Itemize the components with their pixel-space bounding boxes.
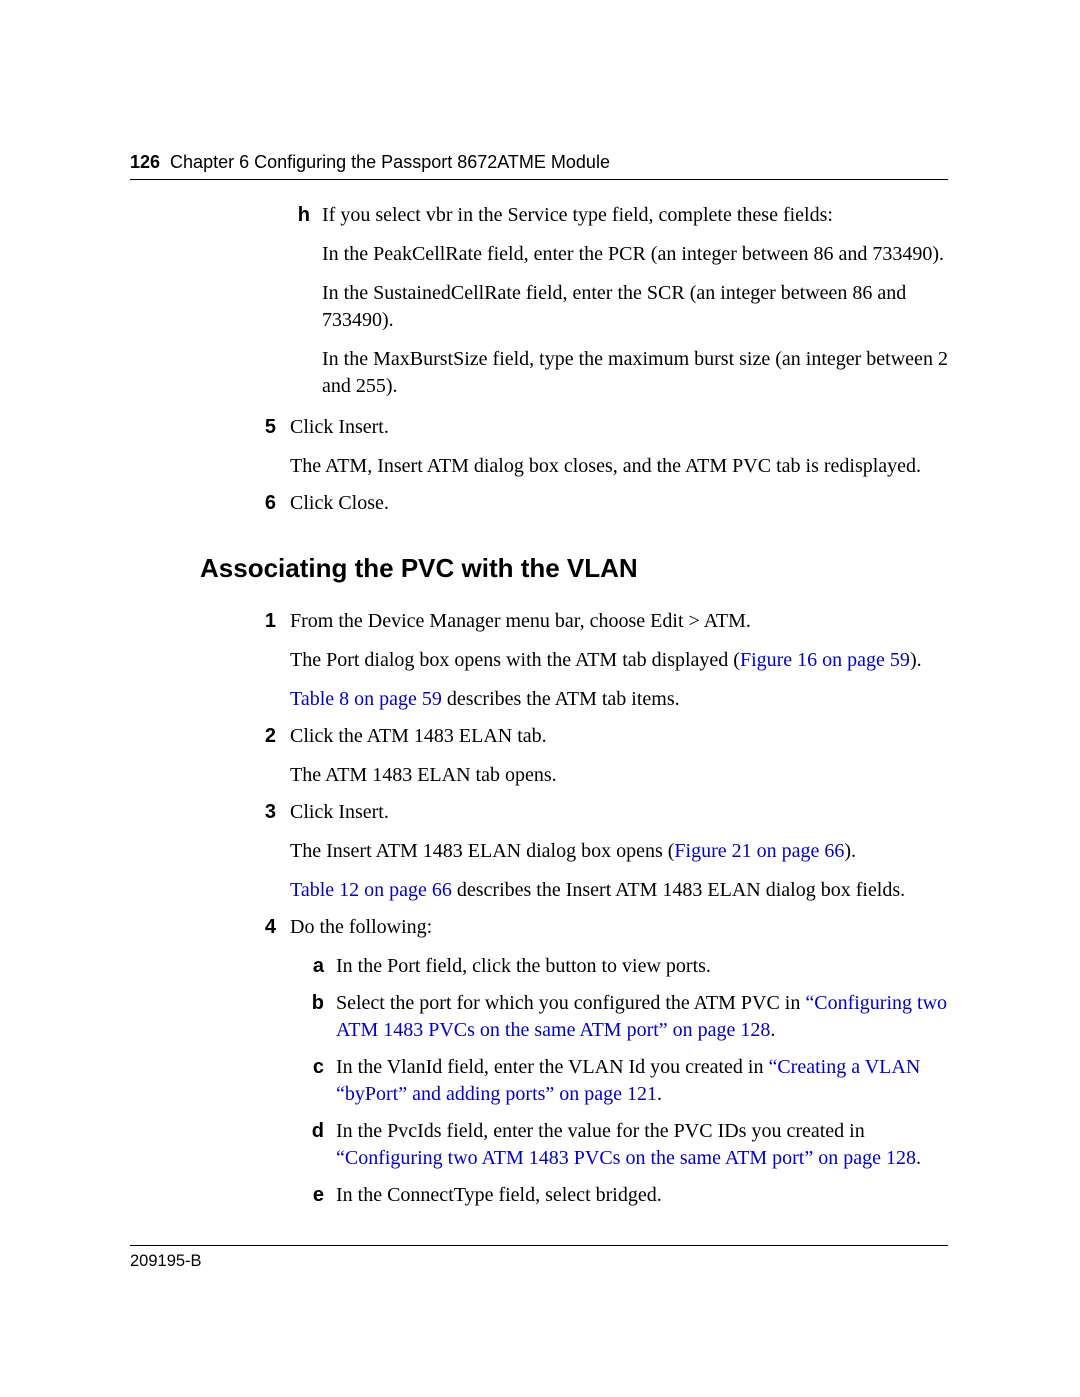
text-run: In the PvcIds field, enter the value for… xyxy=(336,1120,865,1142)
substep-body: In the PvcIds field, enter the value for… xyxy=(336,1118,948,1172)
step-marker: 1 xyxy=(238,608,290,713)
substep-h: h If you select vbr in the Service type … xyxy=(276,202,948,400)
assoc-steps-list: 1 From the Device Manager menu bar, choo… xyxy=(238,608,948,1219)
step-marker: 3 xyxy=(238,799,290,904)
substep-c: c In the VlanId field, enter the VLAN Id… xyxy=(290,1054,948,1108)
text: In the MaxBurstSize field, type the maxi… xyxy=(322,346,948,400)
step-marker: 5 xyxy=(238,414,290,480)
step-marker: 2 xyxy=(238,723,290,789)
text: Table 12 on page 66 describes the Insert… xyxy=(290,877,948,904)
step-marker: 4 xyxy=(238,914,290,1219)
text-run: . xyxy=(770,1019,775,1041)
step-5: 5 Click Insert. The ATM, Insert ATM dial… xyxy=(238,414,948,480)
substep-body: In the VlanId field, enter the VLAN Id y… xyxy=(336,1054,948,1108)
substep-marker: e xyxy=(290,1182,336,1209)
substep-marker: b xyxy=(290,990,336,1044)
substep-body: In the Port field, click the button to v… xyxy=(336,953,948,980)
substep-d: d In the PvcIds field, enter the value f… xyxy=(290,1118,948,1172)
substep-marker: d xyxy=(290,1118,336,1172)
step-body: From the Device Manager menu bar, choose… xyxy=(290,608,948,713)
body-content: h If you select vbr in the Service type … xyxy=(130,202,948,1219)
text: In the ConnectType field, select bridged… xyxy=(336,1182,948,1209)
text: In the VlanId field, enter the VLAN Id y… xyxy=(336,1054,948,1108)
step-body: Do the following: a In the Port field, c… xyxy=(290,914,948,1219)
xref-figure-21[interactable]: Figure 21 on page 66 xyxy=(674,840,844,862)
xref-config-two-pvcs-2[interactable]: “Configuring two ATM 1483 PVCs on the sa… xyxy=(336,1147,916,1169)
step-body: Click the ATM 1483 ELAN tab. The ATM 148… xyxy=(290,723,948,789)
text: Click the ATM 1483 ELAN tab. xyxy=(290,723,948,750)
text-run: The Port dialog box opens with the ATM t… xyxy=(290,649,740,671)
xref-table-12[interactable]: Table 12 on page 66 xyxy=(290,879,452,901)
text: Click Insert. xyxy=(290,414,948,441)
substep-a: a In the Port field, click the button to… xyxy=(290,953,948,980)
text-run: . xyxy=(916,1147,921,1169)
text: Click Close. xyxy=(290,490,948,517)
substep-body: If you select vbr in the Service type fi… xyxy=(322,202,948,400)
text: Table 8 on page 59 describes the ATM tab… xyxy=(290,686,948,713)
text-run: The Insert ATM 1483 ELAN dialog box open… xyxy=(290,840,674,862)
text: The ATM, Insert ATM dialog box closes, a… xyxy=(290,453,948,480)
substep-b: b Select the port for which you configur… xyxy=(290,990,948,1044)
substep-h-block: h If you select vbr in the Service type … xyxy=(276,202,948,400)
header-rule xyxy=(130,179,948,180)
text-run: . xyxy=(657,1083,662,1105)
text-run: ). xyxy=(910,649,922,671)
text: The Insert ATM 1483 ELAN dialog box open… xyxy=(290,838,948,865)
text: Do the following: xyxy=(290,914,948,941)
step-2: 2 Click the ATM 1483 ELAN tab. The ATM 1… xyxy=(238,723,948,789)
top-steps-list: 5 Click Insert. The ATM, Insert ATM dial… xyxy=(238,414,948,517)
text-run: In the VlanId field, enter the VLAN Id y… xyxy=(336,1056,768,1078)
step-body: Click Insert. The ATM, Insert ATM dialog… xyxy=(290,414,948,480)
substep-marker: h xyxy=(276,202,322,400)
step-4-sublist: a In the Port field, click the button to… xyxy=(290,953,948,1209)
step-4: 4 Do the following: a In the Port field,… xyxy=(238,914,948,1219)
text: In the SustainedCellRate field, enter th… xyxy=(322,280,948,334)
step-body: Click Close. xyxy=(290,490,948,517)
text: The Port dialog box opens with the ATM t… xyxy=(290,647,948,674)
chapter-title: Chapter 6 Configuring the Passport 8672A… xyxy=(170,153,610,171)
step-6: 6 Click Close. xyxy=(238,490,948,517)
footer-rule xyxy=(130,1245,948,1246)
text: Select the port for which you configured… xyxy=(336,990,948,1044)
text: In the Port field, click the button to v… xyxy=(336,953,948,980)
page-number: 126 xyxy=(130,153,160,171)
substep-body: In the ConnectType field, select bridged… xyxy=(336,1182,948,1209)
text: In the PeakCellRate field, enter the PCR… xyxy=(322,241,948,268)
xref-figure-16[interactable]: Figure 16 on page 59 xyxy=(740,649,910,671)
running-header: 126 Chapter 6 Configuring the Passport 8… xyxy=(130,153,948,171)
substep-e: e In the ConnectType field, select bridg… xyxy=(290,1182,948,1209)
substep-marker: a xyxy=(290,953,336,980)
text-run: describes the ATM tab items. xyxy=(442,688,680,710)
step-1: 1 From the Device Manager menu bar, choo… xyxy=(238,608,948,713)
step-body: Click Insert. The Insert ATM 1483 ELAN d… xyxy=(290,799,948,904)
step-3: 3 Click Insert. The Insert ATM 1483 ELAN… xyxy=(238,799,948,904)
footer-doc-id: 209195-B xyxy=(130,1252,948,1271)
text: If you select vbr in the Service type fi… xyxy=(322,202,948,229)
text: Click Insert. xyxy=(290,799,948,826)
text-run: ). xyxy=(844,840,856,862)
step-marker: 6 xyxy=(238,490,290,517)
page: 126 Chapter 6 Configuring the Passport 8… xyxy=(130,153,948,1271)
substep-marker: c xyxy=(290,1054,336,1108)
section-heading: Associating the PVC with the VLAN xyxy=(200,551,948,586)
text: From the Device Manager menu bar, choose… xyxy=(290,608,948,635)
substep-body: Select the port for which you configured… xyxy=(336,990,948,1044)
text-run: Select the port for which you configured… xyxy=(336,992,805,1014)
text: In the PvcIds field, enter the value for… xyxy=(336,1118,948,1172)
text-run: describes the Insert ATM 1483 ELAN dialo… xyxy=(452,879,905,901)
xref-table-8[interactable]: Table 8 on page 59 xyxy=(290,688,442,710)
text: The ATM 1483 ELAN tab opens. xyxy=(290,762,948,789)
